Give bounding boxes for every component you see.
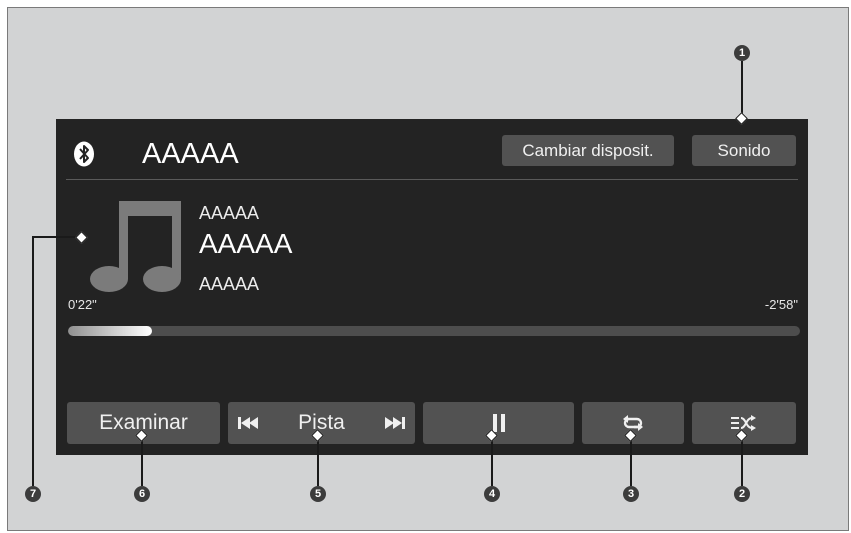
pause-button[interactable] xyxy=(423,402,574,444)
callout-number-6: 6 xyxy=(134,486,150,502)
figure-frame: AAAAA Cambiar disposit. Sonido AAAAA AAA… xyxy=(7,7,849,531)
track-label: Pista xyxy=(298,411,345,434)
callout-line-7-horizontal xyxy=(32,236,80,238)
shuffle-icon xyxy=(731,415,757,431)
album-text: AAAAA xyxy=(199,274,260,294)
header-divider xyxy=(66,179,798,180)
callout-number-2: 2 xyxy=(734,486,750,502)
callout-line-7-vertical xyxy=(32,236,34,486)
callout-number-7: 7 xyxy=(25,486,41,502)
callout-number-5: 5 xyxy=(310,486,326,502)
artist-text: AAAAA xyxy=(199,203,260,223)
pause-icon xyxy=(492,414,505,432)
callout-number-3: 3 xyxy=(623,486,639,502)
change-device-button[interactable]: Cambiar disposit. xyxy=(502,135,674,166)
audio-screen: AAAAA Cambiar disposit. Sonido AAAAA AAA… xyxy=(56,119,808,455)
track-title-text: AAAAA xyxy=(199,228,293,259)
skip-previous-icon[interactable] xyxy=(238,417,258,429)
callout-number-4: 4 xyxy=(484,486,500,502)
sound-button[interactable]: Sonido xyxy=(692,135,796,166)
callout-number-1: 1 xyxy=(734,45,750,61)
skip-next-icon[interactable] xyxy=(385,417,405,429)
callout-line-1 xyxy=(741,61,743,118)
progress-bar[interactable] xyxy=(68,326,800,336)
source-title: AAAAA xyxy=(142,138,239,170)
progress-fill xyxy=(68,326,153,336)
bluetooth-icon xyxy=(73,141,95,172)
music-note-icon xyxy=(90,199,186,300)
elapsed-time: 0'22" xyxy=(68,297,97,312)
remaining-time: -2'58" xyxy=(764,297,798,312)
repeat-icon xyxy=(621,415,645,431)
